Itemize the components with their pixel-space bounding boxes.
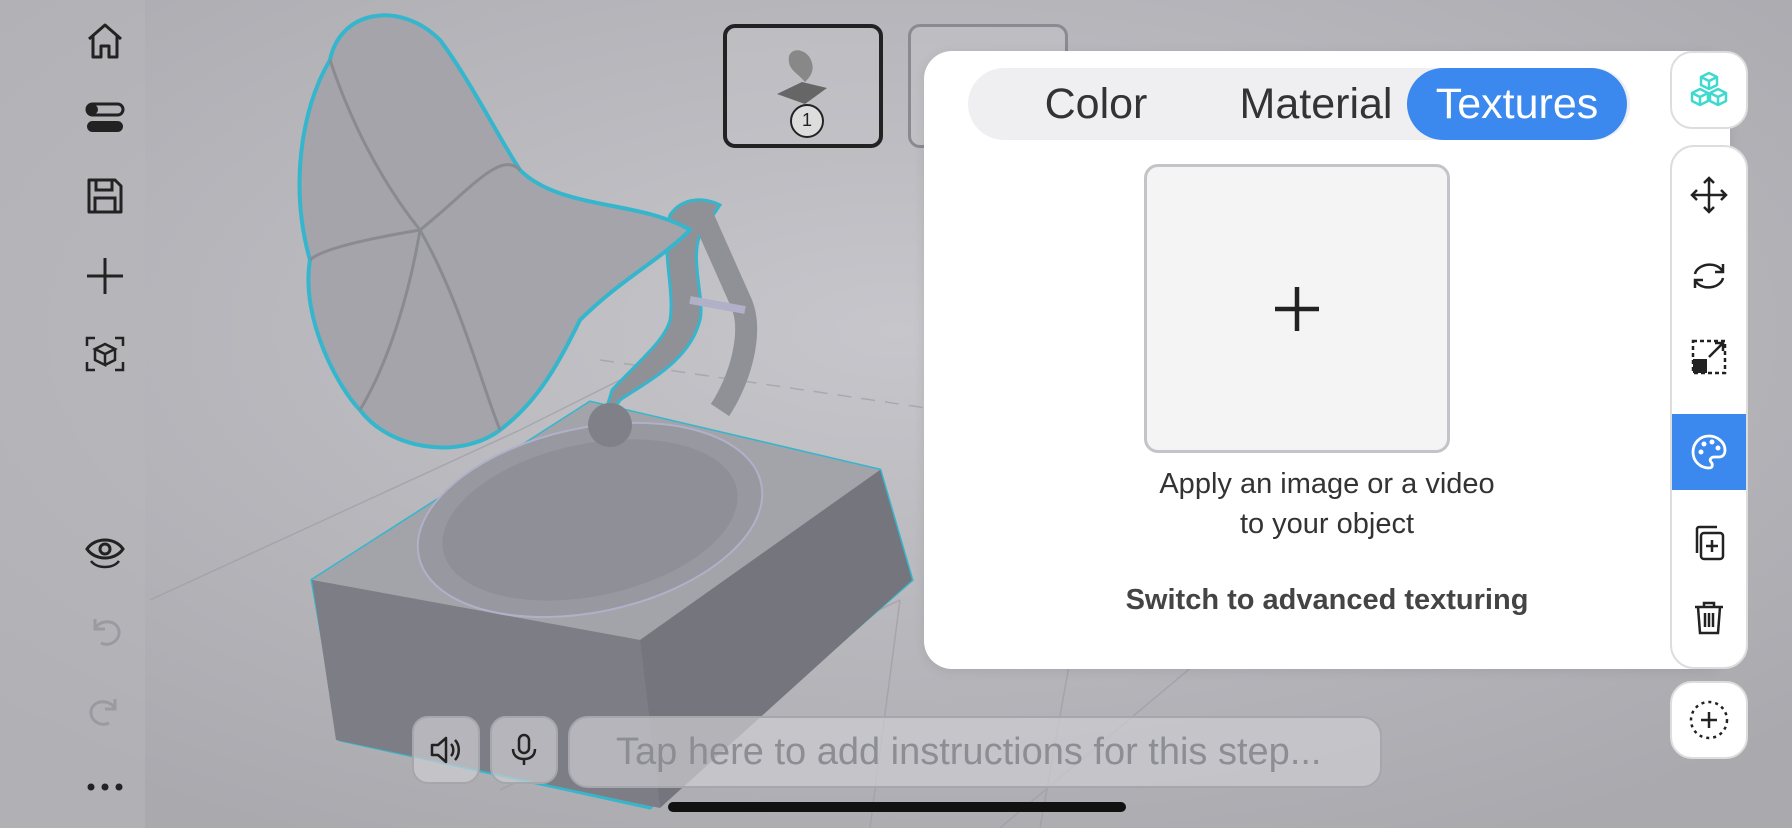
home-indicator[interactable] — [668, 802, 1126, 812]
scale-tool-button[interactable] — [1672, 319, 1746, 395]
microphone-button[interactable] — [490, 716, 558, 784]
redo-icon — [89, 699, 117, 726]
palette-icon — [1691, 434, 1727, 470]
more-icon — [87, 783, 123, 791]
tab-color[interactable]: Color — [1012, 68, 1180, 140]
panel-segmented-control: Color Material Textures — [968, 68, 1630, 140]
add-button[interactable] — [74, 245, 136, 307]
apply-texture-hint: Apply an image or a video to your object — [924, 464, 1730, 544]
tab-material[interactable]: Material — [1216, 68, 1416, 140]
save-icon — [87, 178, 123, 214]
ar-cube-icon — [85, 336, 125, 372]
cubes-icon — [1690, 71, 1728, 107]
undo-button[interactable] — [74, 600, 136, 662]
step-thumbnail-active[interactable]: 1 — [723, 24, 883, 148]
more-button[interactable] — [74, 756, 136, 818]
plus-icon — [87, 258, 123, 294]
advanced-texturing-link[interactable]: Switch to advanced texturing — [924, 584, 1730, 617]
save-button[interactable] — [74, 165, 136, 227]
texture-upload-box[interactable] — [1144, 164, 1450, 453]
object-library-button[interactable] — [1670, 51, 1748, 129]
eye-rotate-icon — [85, 538, 125, 569]
microphone-icon — [511, 733, 537, 765]
redo-button[interactable] — [74, 680, 136, 742]
rotate-icon — [1693, 263, 1725, 289]
settings-toggle-button[interactable] — [74, 87, 136, 149]
rotate-tool-button[interactable] — [1672, 238, 1746, 314]
delete-tool-button[interactable] — [1672, 579, 1746, 655]
palette-tool-button[interactable] — [1672, 414, 1746, 490]
home-icon — [88, 23, 122, 59]
duplicate-tool-button[interactable] — [1672, 505, 1746, 581]
toggles-icon — [85, 102, 125, 132]
instructions-input[interactable]: Tap here to add instructions for this st… — [568, 716, 1382, 788]
audio-button[interactable] — [412, 716, 480, 784]
texture-panel: Color Material Textures Apply an image o… — [924, 51, 1730, 669]
add-anchor-button[interactable] — [1670, 681, 1748, 759]
left-toolbar — [74, 0, 136, 828]
apply-text-line1: Apply an image or a video — [1159, 468, 1495, 500]
undo-icon — [93, 619, 121, 646]
tab-textures[interactable]: Textures — [1407, 68, 1627, 140]
scale-icon — [1691, 339, 1727, 375]
move-tool-button[interactable] — [1672, 157, 1746, 233]
ar-view-button[interactable] — [74, 323, 136, 385]
trash-icon — [1695, 601, 1723, 635]
preview-button[interactable] — [74, 520, 136, 582]
move-icon — [1690, 176, 1728, 214]
duplicate-icon — [1695, 525, 1725, 561]
add-anchor-icon — [1689, 700, 1729, 740]
transform-toolbar — [1670, 145, 1748, 669]
home-button[interactable] — [74, 10, 136, 72]
apply-text-line2: to your object — [1239, 508, 1415, 540]
speaker-icon — [430, 736, 460, 764]
plus-icon — [1275, 286, 1319, 331]
step-number-badge: 1 — [790, 104, 824, 138]
